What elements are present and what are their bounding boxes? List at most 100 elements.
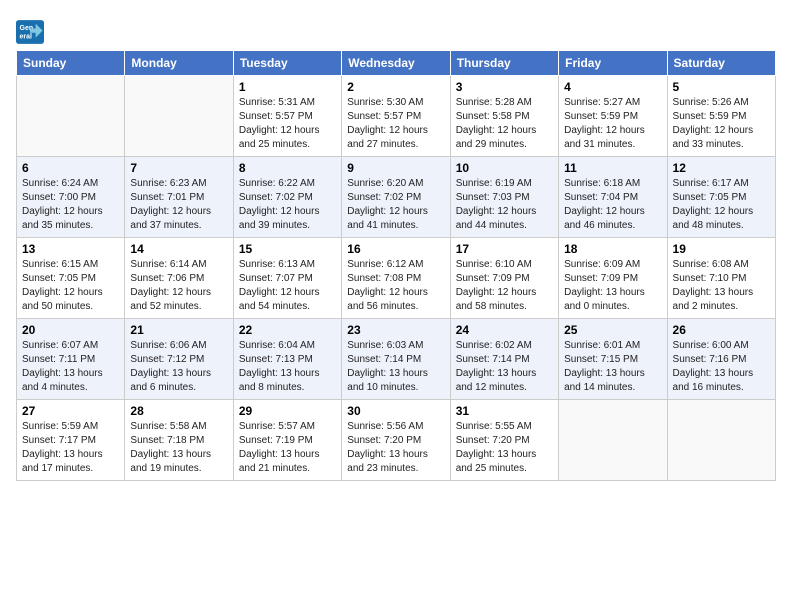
calendar-cell: 2 Sunrise: 5:30 AM Sunset: 5:57 PM Daylig… (342, 76, 450, 157)
calendar-cell: 15Sunrise: 6:13 AM Sunset: 7:07 PM Dayli… (233, 238, 341, 319)
day-info: Sunrise: 6:07 AM Sunset: 7:11 PM Dayligh… (22, 339, 119, 395)
day-info: Sunrise: 6:19 AM Sunset: 7:03 PM Dayligh… (456, 177, 553, 233)
day-info: Sunrise: 6:24 AM Sunset: 7:00 PM Dayligh… (22, 177, 119, 233)
day-number: 23 (347, 323, 444, 337)
calendar-cell: 29 Sunrise: 5:57 AM Sunset: 7:19 PM Dayli… (233, 400, 341, 481)
day-info: Sunrise: 5:59 AM Sunset: 7:17 PM Dayligh… (22, 420, 119, 476)
day-info: Sunrise: 5:57 AM Sunset: 7:19 PM Dayligh… (239, 420, 336, 476)
week-row-5: 27 Sunrise: 5:59 AM Sunset: 7:17 PM Dayli… (17, 400, 776, 481)
day-info: Sunrise: 6:15 AM Sunset: 7:05 PM Dayligh… (22, 258, 119, 314)
day-info: Sunrise: 5:26 AM Sunset: 5:59 PM Dayligh… (673, 96, 770, 152)
calendar-cell: 19 Sunrise: 6:08 AM Sunset: 7:10 PM Dayli… (667, 238, 775, 319)
day-number: 19 (673, 242, 770, 256)
day-header-thursday: Thursday (450, 51, 558, 76)
day-number: 16 (347, 242, 444, 256)
day-number: 7 (130, 161, 227, 175)
day-number: 29 (239, 404, 336, 418)
day-info: Sunrise: 6:14 AM Sunset: 7:06 PM Dayligh… (130, 258, 227, 314)
header: Gen eral (16, 16, 776, 44)
day-number: 25 (564, 323, 661, 337)
day-number: 8 (239, 161, 336, 175)
calendar-cell: 22 Sunrise: 6:04 AM Sunset: 7:13 PM Dayli… (233, 319, 341, 400)
calendar-cell: 27 Sunrise: 5:59 AM Sunset: 7:17 PM Dayli… (17, 400, 125, 481)
day-info: Sunrise: 6:10 AM Sunset: 7:09 PM Dayligh… (456, 258, 553, 314)
calendar-cell: 4 Sunrise: 5:27 AM Sunset: 5:59 PM Daylig… (559, 76, 667, 157)
day-number: 4 (564, 80, 661, 94)
calendar-cell (17, 76, 125, 157)
day-header-saturday: Saturday (667, 51, 775, 76)
day-number: 26 (673, 323, 770, 337)
day-number: 31 (456, 404, 553, 418)
day-number: 18 (564, 242, 661, 256)
day-number: 27 (22, 404, 119, 418)
day-number: 10 (456, 161, 553, 175)
day-info: Sunrise: 5:56 AM Sunset: 7:20 PM Dayligh… (347, 420, 444, 476)
day-number: 1 (239, 80, 336, 94)
day-info: Sunrise: 5:55 AM Sunset: 7:20 PM Dayligh… (456, 420, 553, 476)
day-info: Sunrise: 6:04 AM Sunset: 7:13 PM Dayligh… (239, 339, 336, 395)
day-number: 24 (456, 323, 553, 337)
day-info: Sunrise: 6:13 AM Sunset: 7:07 PM Dayligh… (239, 258, 336, 314)
calendar-cell: 26 Sunrise: 6:00 AM Sunset: 7:16 PM Dayli… (667, 319, 775, 400)
week-row-3: 13 Sunrise: 6:15 AM Sunset: 7:05 PM Dayli… (17, 238, 776, 319)
calendar-cell: 21Sunrise: 6:06 AM Sunset: 7:12 PM Dayli… (125, 319, 233, 400)
calendar-cell: 1Sunrise: 5:31 AM Sunset: 5:57 PM Daylig… (233, 76, 341, 157)
day-header-sunday: Sunday (17, 51, 125, 76)
day-number: 22 (239, 323, 336, 337)
day-info: Sunrise: 6:09 AM Sunset: 7:09 PM Dayligh… (564, 258, 661, 314)
day-number: 14 (130, 242, 227, 256)
calendar-cell: 16 Sunrise: 6:12 AM Sunset: 7:08 PM Dayli… (342, 238, 450, 319)
day-number: 5 (673, 80, 770, 94)
day-number: 2 (347, 80, 444, 94)
calendar-cell: 20 Sunrise: 6:07 AM Sunset: 7:11 PM Dayli… (17, 319, 125, 400)
logo-icon: Gen eral (16, 20, 44, 44)
day-number: 9 (347, 161, 444, 175)
day-info: Sunrise: 5:30 AM Sunset: 5:57 PM Dayligh… (347, 96, 444, 152)
day-info: Sunrise: 6:17 AM Sunset: 7:05 PM Dayligh… (673, 177, 770, 233)
day-info: Sunrise: 6:12 AM Sunset: 7:08 PM Dayligh… (347, 258, 444, 314)
day-info: Sunrise: 6:20 AM Sunset: 7:02 PM Dayligh… (347, 177, 444, 233)
day-number: 6 (22, 161, 119, 175)
calendar-cell: 25 Sunrise: 6:01 AM Sunset: 7:15 PM Dayli… (559, 319, 667, 400)
day-info: Sunrise: 5:58 AM Sunset: 7:18 PM Dayligh… (130, 420, 227, 476)
calendar-cell: 10 Sunrise: 6:19 AM Sunset: 7:03 PM Dayli… (450, 157, 558, 238)
calendar-table: SundayMondayTuesdayWednesdayThursdayFrid… (16, 50, 776, 481)
calendar-cell (125, 76, 233, 157)
day-number: 28 (130, 404, 227, 418)
week-row-1: 1Sunrise: 5:31 AM Sunset: 5:57 PM Daylig… (17, 76, 776, 157)
calendar-cell: 17Sunrise: 6:10 AM Sunset: 7:09 PM Dayli… (450, 238, 558, 319)
calendar-cell: 14 Sunrise: 6:14 AM Sunset: 7:06 PM Dayli… (125, 238, 233, 319)
day-info: Sunrise: 6:08 AM Sunset: 7:10 PM Dayligh… (673, 258, 770, 314)
calendar-cell: 9 Sunrise: 6:20 AM Sunset: 7:02 PM Daylig… (342, 157, 450, 238)
day-number: 12 (673, 161, 770, 175)
calendar-cell: 5 Sunrise: 5:26 AM Sunset: 5:59 PM Daylig… (667, 76, 775, 157)
calendar-cell (559, 400, 667, 481)
day-info: Sunrise: 5:27 AM Sunset: 5:59 PM Dayligh… (564, 96, 661, 152)
day-number: 21 (130, 323, 227, 337)
calendar-cell: 8 Sunrise: 6:22 AM Sunset: 7:02 PM Daylig… (233, 157, 341, 238)
calendar-cell: 6 Sunrise: 6:24 AM Sunset: 7:00 PM Daylig… (17, 157, 125, 238)
calendar-cell: 31 Sunrise: 5:55 AM Sunset: 7:20 PM Dayli… (450, 400, 558, 481)
calendar-cell: 7Sunrise: 6:23 AM Sunset: 7:01 PM Daylig… (125, 157, 233, 238)
day-header-friday: Friday (559, 51, 667, 76)
logo: Gen eral (16, 20, 48, 44)
calendar-cell: 13 Sunrise: 6:15 AM Sunset: 7:05 PM Dayli… (17, 238, 125, 319)
day-number: 3 (456, 80, 553, 94)
calendar-cell (667, 400, 775, 481)
calendar-cell: 18 Sunrise: 6:09 AM Sunset: 7:09 PM Dayli… (559, 238, 667, 319)
day-info: Sunrise: 6:02 AM Sunset: 7:14 PM Dayligh… (456, 339, 553, 395)
day-info: Sunrise: 6:18 AM Sunset: 7:04 PM Dayligh… (564, 177, 661, 233)
calendar-cell: 3 Sunrise: 5:28 AM Sunset: 5:58 PM Daylig… (450, 76, 558, 157)
day-info: Sunrise: 6:01 AM Sunset: 7:15 PM Dayligh… (564, 339, 661, 395)
day-header-wednesday: Wednesday (342, 51, 450, 76)
day-info: Sunrise: 6:03 AM Sunset: 7:14 PM Dayligh… (347, 339, 444, 395)
calendar-header-row: SundayMondayTuesdayWednesdayThursdayFrid… (17, 51, 776, 76)
day-info: Sunrise: 5:28 AM Sunset: 5:58 PM Dayligh… (456, 96, 553, 152)
calendar-cell: 28 Sunrise: 5:58 AM Sunset: 7:18 PM Dayli… (125, 400, 233, 481)
day-number: 13 (22, 242, 119, 256)
day-info: Sunrise: 6:22 AM Sunset: 7:02 PM Dayligh… (239, 177, 336, 233)
day-number: 11 (564, 161, 661, 175)
day-info: Sunrise: 6:00 AM Sunset: 7:16 PM Dayligh… (673, 339, 770, 395)
day-number: 20 (22, 323, 119, 337)
svg-text:eral: eral (20, 33, 33, 40)
